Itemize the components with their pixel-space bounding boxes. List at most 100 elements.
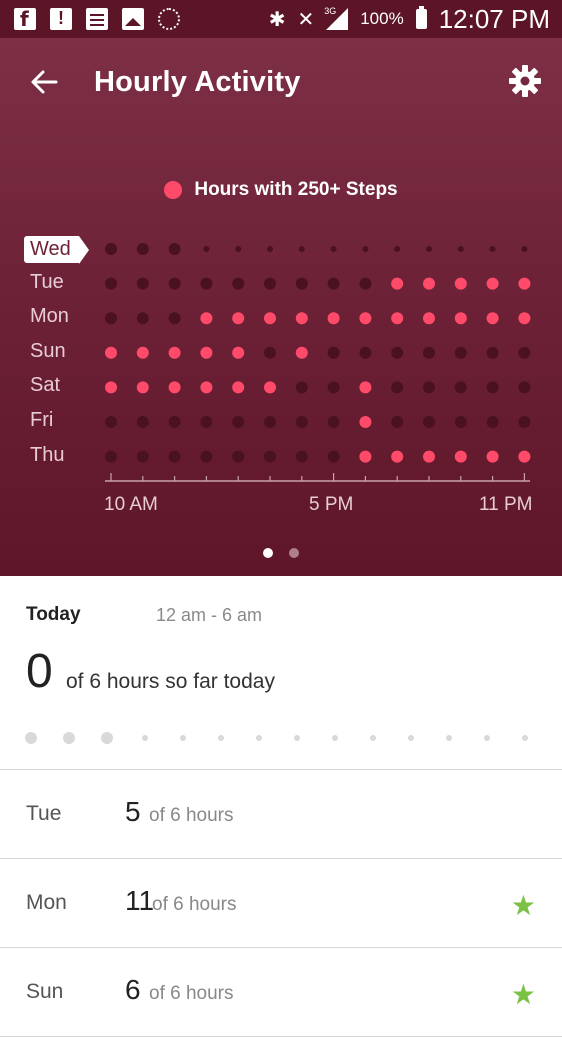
page-dot-2[interactable] — [289, 548, 299, 558]
hour-dot-sun-7 — [327, 346, 340, 359]
today-hour-dot — [522, 735, 528, 741]
hour-dot-fri-8 — [359, 416, 372, 428]
hour-dot-sun-5 — [264, 346, 276, 359]
hour-dot-sun-0 — [105, 346, 117, 359]
history-row-mon[interactable]: Mon 11 of 6 hours ★ — [0, 859, 562, 948]
hour-dot-sun-4 — [232, 346, 245, 359]
history-day: Sun — [26, 980, 64, 1003]
hour-dot-sat-5 — [264, 381, 276, 394]
hour-dot-wed-6 — [298, 246, 305, 252]
hour-dot-mon-3 — [200, 312, 213, 325]
today-hour-dot — [101, 732, 113, 744]
battery-icon — [415, 6, 427, 29]
hour-dot-fri-7 — [327, 416, 340, 428]
hour-dot-fri-12 — [486, 416, 499, 428]
hour-dot-tue-4 — [232, 277, 245, 290]
hour-dot-wed-2 — [168, 243, 181, 255]
history-row-sun[interactable]: Sun 6 of 6 hours ★ — [0, 948, 562, 1037]
hour-dot-sun-3 — [200, 346, 213, 359]
hour-dot-sun-1 — [136, 346, 149, 359]
page-dot-1[interactable] — [263, 548, 273, 558]
hour-dot-thu-9 — [391, 450, 404, 463]
hour-dot-mon-6 — [295, 312, 308, 325]
hour-dot-wed-5 — [267, 246, 273, 252]
history-count: 5 — [125, 796, 141, 827]
today-hour-dot — [218, 735, 224, 741]
hour-dot-sun-6 — [295, 346, 308, 359]
hour-dot-sun-2 — [168, 346, 181, 359]
today-label: Today — [26, 604, 81, 625]
today-hour-dot — [294, 735, 300, 741]
history-count: 11 — [125, 885, 155, 916]
hour-dot-tue-8 — [359, 277, 372, 290]
facebook-icon — [14, 7, 36, 31]
today-range: 12 am - 6 am — [156, 605, 263, 625]
today-hour-dot — [256, 735, 262, 741]
hour-dot-wed-11 — [457, 246, 464, 252]
hour-dot-fri-13 — [518, 416, 531, 428]
hour-dot-sat-8 — [359, 381, 372, 394]
hour-dot-thu-2 — [168, 450, 181, 463]
mute-icon: ✕ — [297, 7, 315, 31]
hour-dot-fri-2 — [168, 416, 181, 428]
hour-dot-wed-1 — [136, 243, 149, 255]
hour-dot-sat-7 — [327, 381, 340, 394]
hour-dot-tue-12 — [486, 277, 499, 290]
hour-dot-wed-3 — [203, 246, 210, 252]
hour-dot-thu-0 — [105, 450, 117, 463]
hour-dot-wed-13 — [521, 246, 528, 252]
history-day: Mon — [26, 891, 67, 914]
news-icon — [86, 8, 108, 30]
hour-dot-thu-10 — [423, 450, 435, 463]
hour-dot-wed-10 — [426, 246, 432, 252]
hour-dot-mon-0 — [105, 312, 117, 325]
today-count: 0 — [26, 645, 53, 698]
page-indicator — [0, 548, 562, 558]
hour-dot-tue-3 — [200, 277, 213, 290]
bluetooth-icon: ✱ — [268, 7, 286, 31]
network-type: 3G — [324, 6, 337, 16]
hour-dot-sat-3 — [200, 381, 213, 394]
today-summary-text: of 6 hours so far today — [66, 670, 275, 693]
hour-dot-mon-7 — [327, 312, 340, 325]
hour-dot-mon-2 — [168, 312, 181, 325]
hour-dot-sun-12 — [486, 346, 499, 359]
hour-dot-wed-9 — [394, 246, 401, 252]
hour-dot-mon-9 — [391, 312, 404, 325]
today-hour-dot — [142, 735, 148, 741]
hour-dot-sat-2 — [168, 381, 181, 394]
hour-dot-fri-6 — [295, 416, 308, 428]
hour-dot-thu-3 — [200, 450, 213, 463]
today-hour-dot — [63, 732, 75, 744]
hour-dot-thu-4 — [232, 450, 245, 463]
today-hour-dot — [408, 735, 414, 741]
history-day: Tue — [26, 802, 62, 825]
hour-dot-tue-13 — [518, 277, 531, 290]
hour-dot-mon-1 — [136, 312, 149, 325]
hour-dot-tue-7 — [327, 277, 340, 290]
hour-dot-thu-11 — [454, 450, 467, 463]
hour-dot-fri-4 — [232, 416, 245, 428]
sync-icon — [158, 8, 180, 30]
hour-dot-sun-13 — [518, 346, 531, 359]
hour-dot-sun-10 — [423, 346, 435, 359]
history-of-text: of 6 hours — [149, 983, 234, 1004]
hour-dot-sat-0 — [105, 381, 117, 394]
history-row-tue[interactable]: Tue 5 of 6 hours — [0, 770, 562, 859]
hour-dot-mon-10 — [423, 312, 435, 325]
hour-dot-sat-13 — [518, 381, 531, 394]
image-icon — [122, 8, 144, 30]
hour-dot-thu-6 — [295, 450, 308, 463]
hour-dot-wed-4 — [235, 246, 242, 252]
hour-dot-tue-0 — [105, 277, 117, 290]
hour-dot-sun-8 — [359, 346, 372, 359]
hour-dot-tue-2 — [168, 277, 181, 290]
hour-dot-fri-10 — [423, 416, 435, 428]
hour-dot-sat-1 — [136, 381, 149, 394]
hour-dot-sat-9 — [391, 381, 404, 394]
hour-dot-sun-9 — [391, 346, 404, 359]
today-hour-dot — [446, 735, 452, 741]
hour-dot-mon-11 — [454, 312, 467, 325]
signal-icon: 3G — [324, 6, 349, 30]
today-hour-dot — [25, 732, 37, 744]
